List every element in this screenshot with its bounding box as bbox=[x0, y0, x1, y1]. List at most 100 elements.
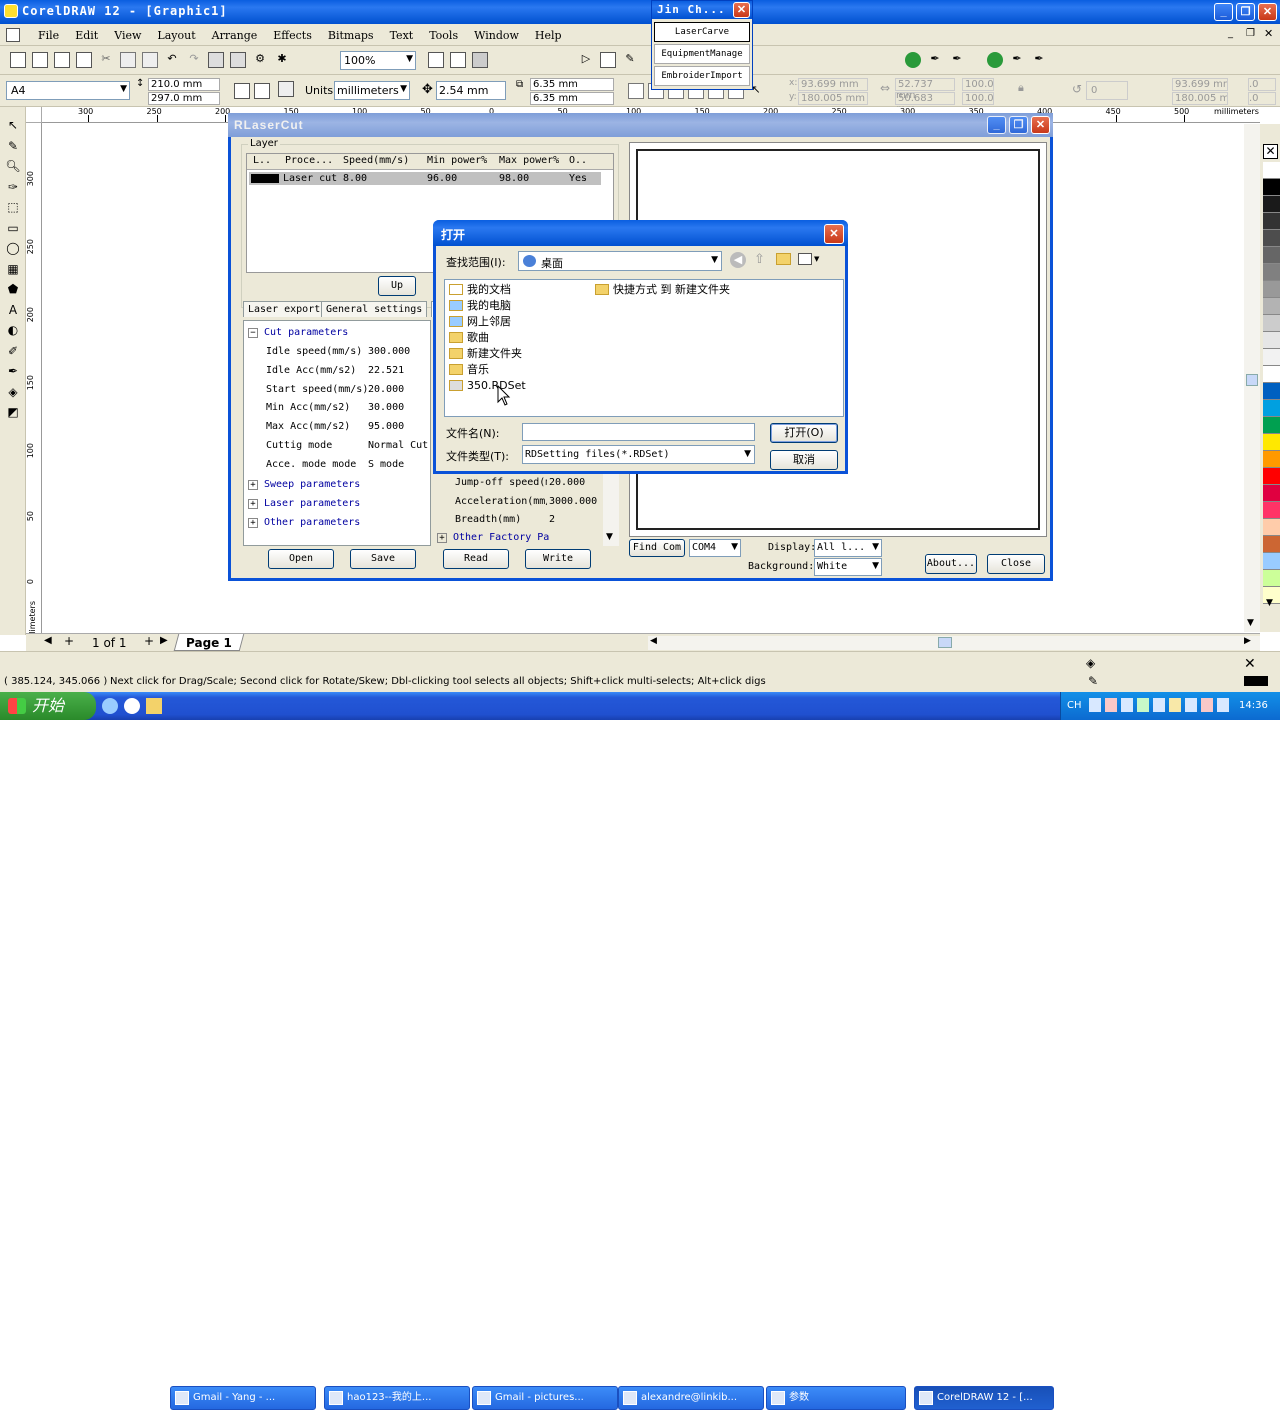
pos2-x-field[interactable]: 93.699 mm bbox=[1172, 78, 1228, 91]
tray-icon-2[interactable] bbox=[1105, 698, 1117, 712]
new-folder-icon[interactable] bbox=[776, 253, 791, 265]
file-item[interactable]: 歌曲 bbox=[449, 330, 489, 346]
menu-edit[interactable]: Edit bbox=[67, 28, 106, 44]
dup-y-field[interactable]: 6.35 mm bbox=[530, 92, 614, 105]
fill-tool-icon[interactable]: ◈ bbox=[5, 384, 21, 400]
tray-icon-4[interactable] bbox=[1137, 698, 1149, 712]
angle-field[interactable]: 0 bbox=[1086, 81, 1128, 100]
no-color-swatch[interactable]: ✕ bbox=[1263, 144, 1278, 159]
palette-swatch[interactable] bbox=[1263, 179, 1280, 196]
browser-icon[interactable] bbox=[124, 698, 140, 714]
about-button[interactable]: About... bbox=[925, 554, 977, 574]
palette-swatch[interactable] bbox=[1263, 485, 1280, 502]
background-select[interactable]: White ▼ bbox=[814, 558, 882, 576]
factory-scroll-down-icon[interactable]: ▼ bbox=[606, 532, 613, 542]
interactive-tool-icon[interactable]: ◐ bbox=[5, 322, 21, 338]
green-circle-icon[interactable] bbox=[905, 52, 921, 68]
rectangle-tool-icon[interactable]: ▭ bbox=[5, 220, 21, 236]
add-page-icon[interactable]: + bbox=[64, 634, 74, 648]
tab-laser-export[interactable]: Laser export bbox=[243, 301, 326, 317]
palette-swatch[interactable] bbox=[1263, 230, 1280, 247]
brush-icon[interactable]: ✒ bbox=[927, 52, 943, 68]
menu-text[interactable]: Text bbox=[382, 28, 422, 44]
menu-layout[interactable]: Layout bbox=[149, 28, 203, 44]
maximize-button[interactable]: ❐ bbox=[1236, 3, 1255, 21]
file-item[interactable]: 音乐 bbox=[449, 362, 489, 378]
palette-swatch[interactable] bbox=[1263, 434, 1280, 451]
undo-icon[interactable]: ↶ bbox=[164, 52, 180, 68]
filetype-select[interactable]: RDSetting files(*.RDSet) ▼ bbox=[522, 445, 755, 464]
taskbar-item[interactable]: Gmail - Yang - ... bbox=[170, 1386, 316, 1410]
palette-swatch[interactable] bbox=[1263, 298, 1280, 315]
filename-input[interactable] bbox=[522, 423, 755, 441]
export-icon[interactable] bbox=[230, 52, 246, 68]
ie-icon[interactable] bbox=[102, 698, 118, 714]
menu-file[interactable]: File bbox=[30, 28, 67, 44]
palette-swatch[interactable] bbox=[1263, 213, 1280, 230]
scroll-left-icon[interactable]: ◀ bbox=[650, 636, 657, 646]
taskbar-item[interactable]: hao123--我的上... bbox=[324, 1386, 470, 1410]
scroll-thumb[interactable] bbox=[1246, 374, 1258, 386]
open-icon[interactable] bbox=[32, 52, 48, 68]
palette-swatch[interactable] bbox=[1263, 366, 1280, 383]
palette-swatch[interactable] bbox=[1263, 264, 1280, 281]
tray-icon-8[interactable] bbox=[1201, 698, 1213, 712]
palette-swatch[interactable] bbox=[1263, 468, 1280, 485]
rlaser-close-text-button[interactable]: Close bbox=[987, 554, 1045, 574]
param-row[interactable]: Min Acc(mm/s2) 30.000 bbox=[244, 399, 434, 417]
taskbar-item[interactable]: 参数 bbox=[766, 1386, 906, 1410]
welcome-icon[interactable]: ✱ bbox=[274, 52, 290, 68]
write-button[interactable]: Write bbox=[525, 549, 591, 569]
pos2-y-field[interactable]: 180.005 mm bbox=[1172, 92, 1228, 105]
cut-icon[interactable]: ✂ bbox=[98, 52, 114, 68]
doc-icon[interactable] bbox=[6, 28, 20, 42]
param-row[interactable]: Max Acc(mm/s2) 95.000 bbox=[244, 418, 434, 436]
size-w-field[interactable]: 52.737 mm bbox=[895, 78, 955, 101]
tray-icon-6[interactable] bbox=[1169, 698, 1181, 712]
rlaser-maximize-button[interactable]: ❐ bbox=[1009, 116, 1028, 134]
palette-swatch[interactable] bbox=[1263, 281, 1280, 298]
smart-fill-tool-icon[interactable]: ⬚ bbox=[5, 199, 21, 215]
read-button[interactable]: Read bbox=[443, 549, 509, 569]
chevron-down-icon[interactable]: ▼ bbox=[872, 561, 879, 571]
menu-bitmaps[interactable]: Bitmaps bbox=[320, 28, 382, 44]
basic-shapes-tool-icon[interactable]: ⬟ bbox=[5, 281, 21, 297]
height-field[interactable]: 297.0 mm bbox=[148, 92, 220, 105]
palette-swatch[interactable] bbox=[1263, 332, 1280, 349]
file-item[interactable]: 我的文档 bbox=[449, 282, 511, 298]
rlaser-minimize-button[interactable]: _ bbox=[987, 116, 1006, 134]
up-folder-icon[interactable]: ⇧ bbox=[754, 252, 765, 267]
green-circle2-icon[interactable] bbox=[987, 52, 1003, 68]
layer-col-header[interactable]: Max power% bbox=[499, 155, 559, 166]
layer-col-header[interactable]: O.. bbox=[569, 155, 587, 166]
scale-y-field[interactable]: 100.0 bbox=[962, 92, 994, 105]
all-pages-icon[interactable] bbox=[278, 81, 294, 97]
horizontal-scrollbar[interactable]: ◀ ▶ bbox=[648, 636, 1260, 650]
language-indicator[interactable]: CH bbox=[1067, 700, 1082, 711]
expand-icon[interactable]: + bbox=[248, 480, 258, 490]
look-in-select[interactable]: 桌面 ▼ bbox=[518, 251, 722, 271]
param-row[interactable]: Acce. mode mode S mode bbox=[244, 456, 434, 474]
chevron-down-icon[interactable]: ▼ bbox=[872, 542, 879, 552]
polygon-tool-icon[interactable]: ▦ bbox=[5, 261, 21, 277]
find-com-button[interactable]: Find Com bbox=[629, 539, 685, 557]
com-select[interactable]: COM4 ▼ bbox=[689, 539, 741, 557]
dialog-cancel-button[interactable]: 取消 bbox=[770, 450, 838, 470]
param-row[interactable]: Idle Acc(mm/s2) 22.521 bbox=[244, 362, 434, 380]
file-item[interactable]: 350.RDSet bbox=[449, 378, 526, 394]
taskbar-item[interactable]: alexandre@linkib... bbox=[618, 1386, 764, 1410]
launcher-icon[interactable]: ⚙ bbox=[252, 52, 268, 68]
jin-item-lasercarve[interactable]: LaserCarve bbox=[654, 22, 750, 42]
text-tool-icon[interactable]: A bbox=[5, 302, 21, 318]
expand-icon[interactable]: + bbox=[248, 518, 258, 528]
doc-close-icon[interactable]: ✕ bbox=[1264, 27, 1273, 40]
new-icon[interactable] bbox=[10, 52, 26, 68]
palette-swatch[interactable] bbox=[1263, 502, 1280, 519]
jin-item-embroiderimport[interactable]: EmbroiderImport bbox=[654, 66, 750, 86]
start-button[interactable]: 开始 bbox=[0, 692, 96, 720]
param-row[interactable]: Start speed(mm/s) 20.000 bbox=[244, 381, 434, 399]
scroll-right-icon[interactable]: ▶ bbox=[1244, 636, 1251, 646]
dup-x-field[interactable]: 6.35 mm bbox=[530, 78, 614, 91]
palette-swatch[interactable] bbox=[1263, 570, 1280, 587]
tray-icon-7[interactable] bbox=[1185, 698, 1197, 712]
